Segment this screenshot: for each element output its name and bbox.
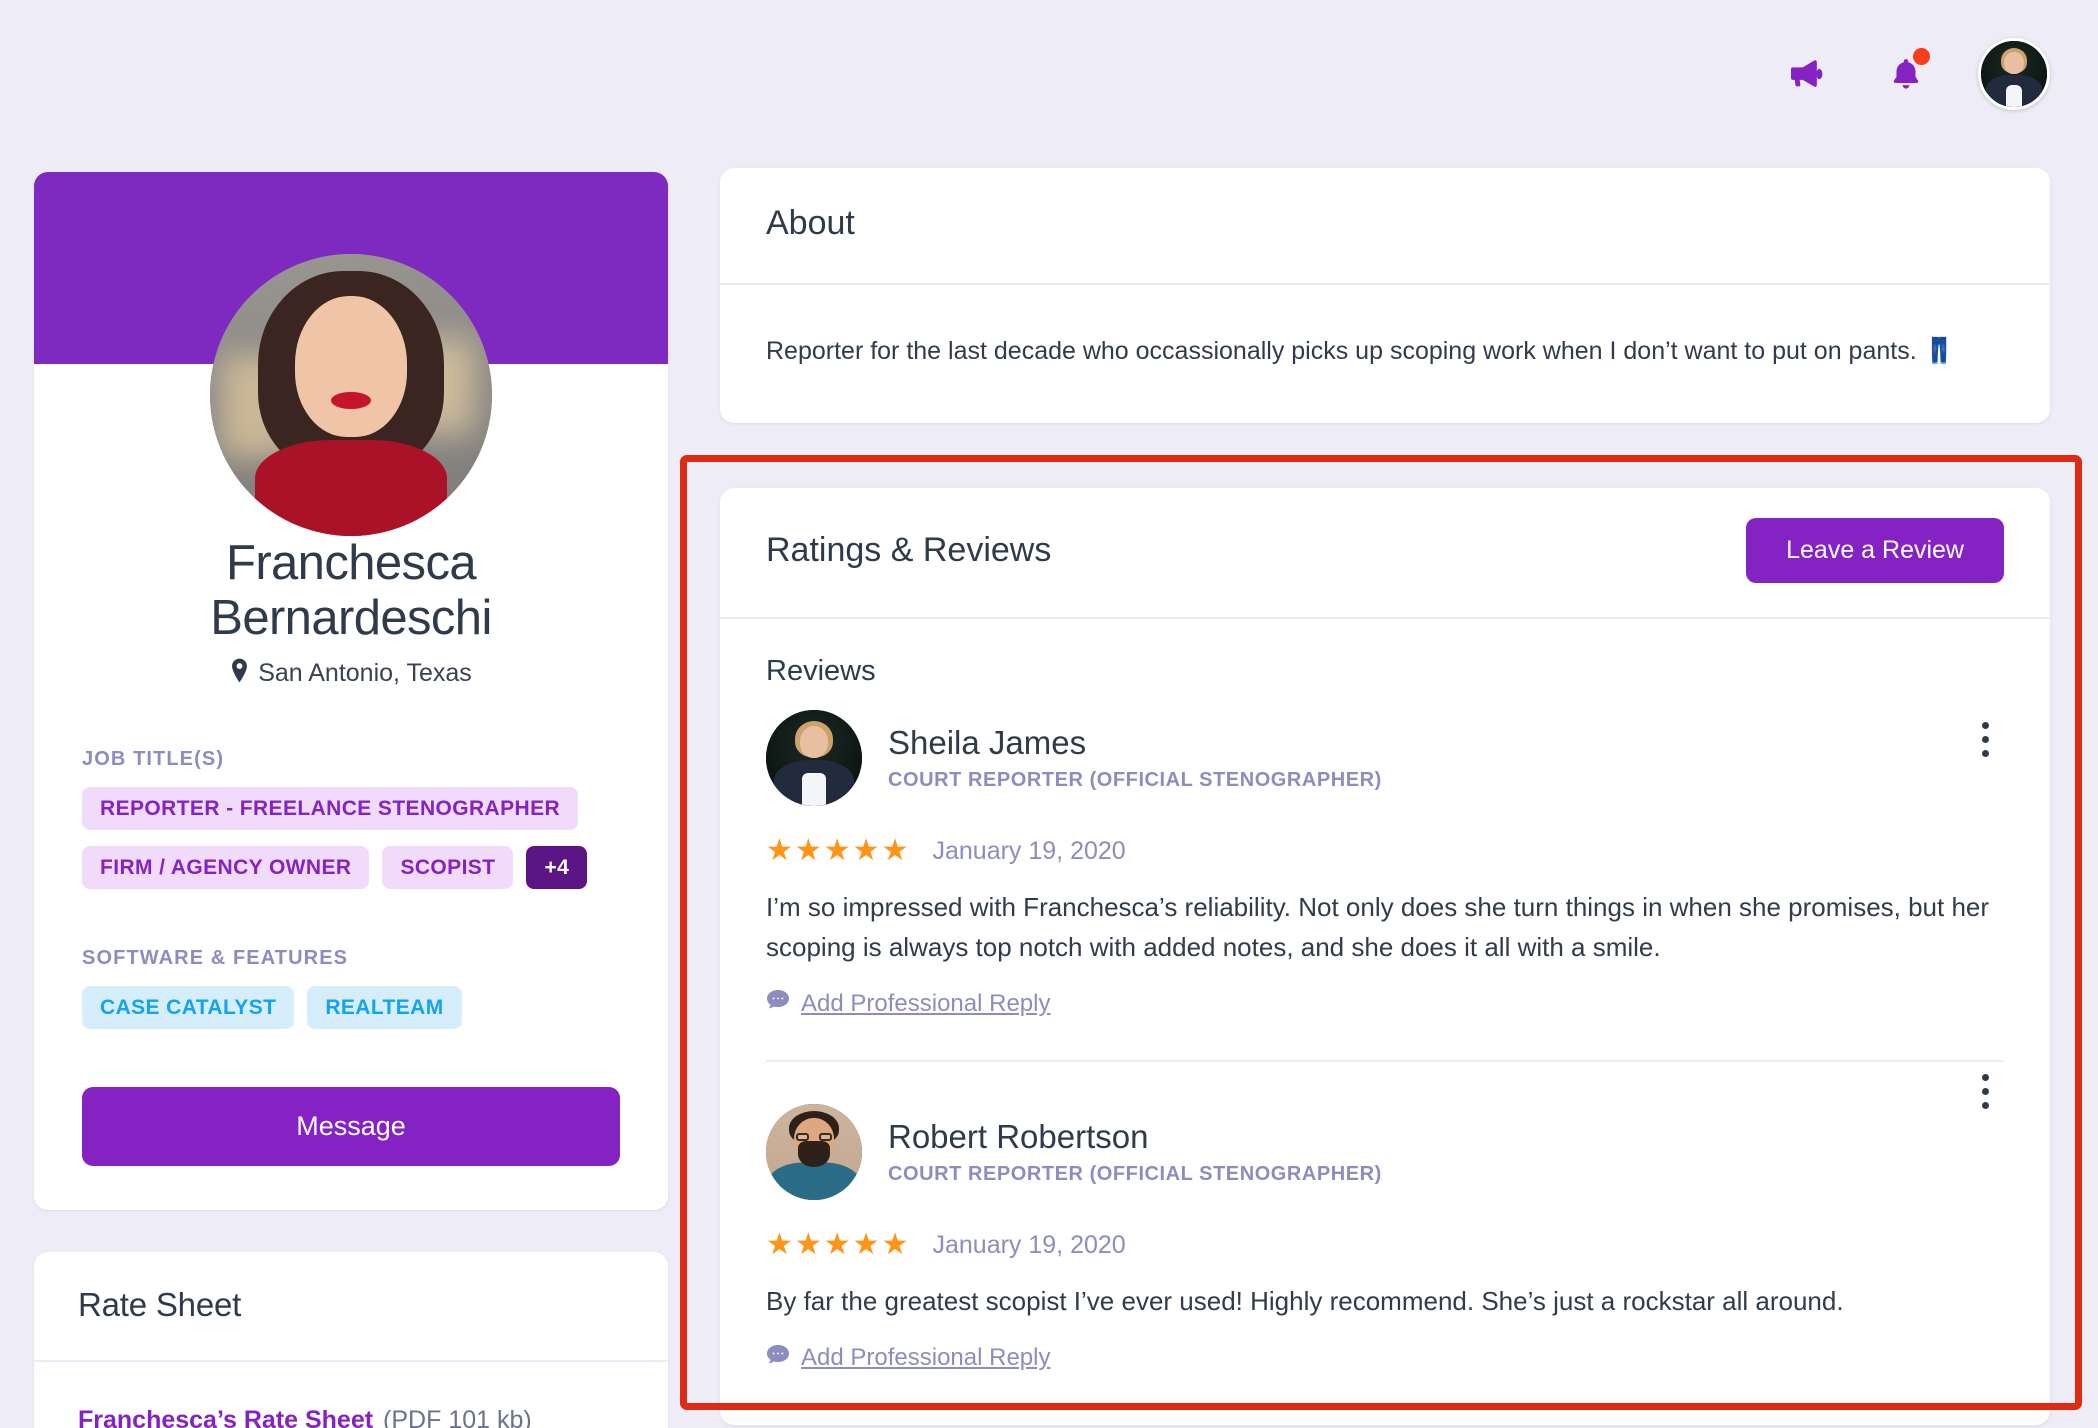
right-column: About Reporter for the last decade who o… [720,168,2050,423]
profile-avatar[interactable] [210,254,492,536]
reviews-label: Reviews [766,655,876,687]
user-avatar[interactable] [1978,38,2050,110]
profile-page: Franchesca Bernardeschi San Antonio, Tex… [0,0,2098,1428]
software-chip[interactable]: REALTEAM [307,985,462,1029]
star-rating: ★★★★★ [766,1228,911,1262]
reviewer-header: Sheila James COURT REPORTER (OFFICIAL ST… [766,710,2004,806]
profile-banner [34,172,668,536]
kebab-menu-icon[interactable] [1968,1068,2002,1115]
review-item: Robert Robertson COURT REPORTER (OFFICIA… [766,1060,2004,1399]
notification-badge [1913,48,1930,65]
review-text: I’m so impressed with Franchesca’s relia… [766,892,1990,962]
review-text: By far the greatest scopist I’ve ever us… [766,1286,1844,1317]
megaphone-icon[interactable] [1778,46,1834,102]
rate-sheet-card: Rate Sheet Franchesca’s Rate Sheet (PDF 1… [34,1251,668,1428]
comment-icon [766,1344,790,1373]
left-column: Franchesca Bernardeschi San Antonio, Tex… [34,172,668,1428]
software-row: CASE CATALYST REALTEAM [82,985,620,1029]
add-professional-reply-label: Add Professional Reply [801,989,1051,1017]
leave-a-review-button[interactable]: Leave a Review [1746,518,2004,583]
software-label: SOFTWARE & FEATURES [82,946,349,969]
software-chip[interactable]: CASE CATALYST [82,985,295,1029]
rate-sheet-file-meta: (PDF 101 kb) [383,1405,532,1428]
rate-sheet-body: Franchesca’s Rate Sheet (PDF 101 kb) [34,1362,668,1428]
ratings-reviews-header: Ratings & Reviews Leave a Review [720,488,2050,619]
ratings-reviews-title: Ratings & Reviews [766,531,1052,569]
reviewer-name: Robert Robertson [888,1118,1149,1156]
ratings-reviews-card: Ratings & Reviews Leave a Review Reviews [720,488,2050,1425]
reviews-list: Reviews Sheila James COURT REPORTER (OFF… [720,619,2050,1425]
about-title: About [766,204,855,242]
add-professional-reply-link[interactable]: Add Professional Reply [766,1344,1050,1373]
reviewer-header: Robert Robertson COURT REPORTER (OFFICIA… [766,1104,2004,1201]
star-rating: ★★★★★ [766,834,911,867]
rate-sheet-file-link[interactable]: Franchesca’s Rate Sheet [78,1406,373,1428]
job-titles-label: JOB TITLE(S) [82,747,225,770]
review-meta: ★★★★★ January 19, 2020 [766,1230,2004,1260]
reviewer-role: COURT REPORTER (OFFICIAL STENOGRAPHER) [888,1163,1382,1185]
reviewer-name: Sheila James [888,724,1087,762]
reviewer-avatar[interactable] [766,1104,862,1201]
job-title-chip[interactable]: REPORTER - FREELANCE STENOGRAPHER [82,786,579,830]
review-date: January 19, 2020 [932,1230,1126,1259]
top-bar [0,0,2098,148]
job-title-chip[interactable]: SCOPIST [382,845,514,889]
kebab-menu-icon[interactable] [1968,716,2002,763]
comment-icon [766,989,790,1018]
about-header: About [720,168,2050,285]
profile-card: Franchesca Bernardeschi San Antonio, Tex… [34,172,668,1210]
map-pin-icon [230,658,249,690]
job-titles-row-1: REPORTER - FREELANCE STENOGRAPHER [82,786,620,830]
about-card: About Reporter for the last decade who o… [720,168,2050,423]
job-titles-overflow-chip[interactable]: +4 [526,845,588,889]
about-text: Reporter for the last decade who occassi… [766,337,1955,365]
job-title-chip[interactable]: FIRM / AGENCY OWNER [82,845,370,889]
add-professional-reply-link[interactable]: Add Professional Reply [766,989,1050,1018]
job-titles-row-2: FIRM / AGENCY OWNER SCOPIST +4 [82,845,620,889]
message-button[interactable]: Message [82,1086,620,1166]
reviewer-avatar[interactable] [766,710,862,806]
reviewer-role: COURT REPORTER (OFFICIAL STENOGRAPHER) [888,768,1382,791]
page-title: Franchesca Bernardeschi [210,536,492,645]
add-professional-reply-label: Add Professional Reply [801,1344,1051,1372]
rate-sheet-header: Rate Sheet [34,1252,668,1362]
bell-icon[interactable] [1878,46,1934,102]
review-date: January 19, 2020 [932,836,1126,865]
profile-location: San Antonio, Texas [82,658,620,690]
rate-sheet-title: Rate Sheet [78,1285,242,1323]
review-item: Sheila James COURT REPORTER (OFFICIAL ST… [766,710,2004,1044]
profile-location-text: San Antonio, Texas [258,659,472,688]
review-meta: ★★★★★ January 19, 2020 [766,836,2004,866]
